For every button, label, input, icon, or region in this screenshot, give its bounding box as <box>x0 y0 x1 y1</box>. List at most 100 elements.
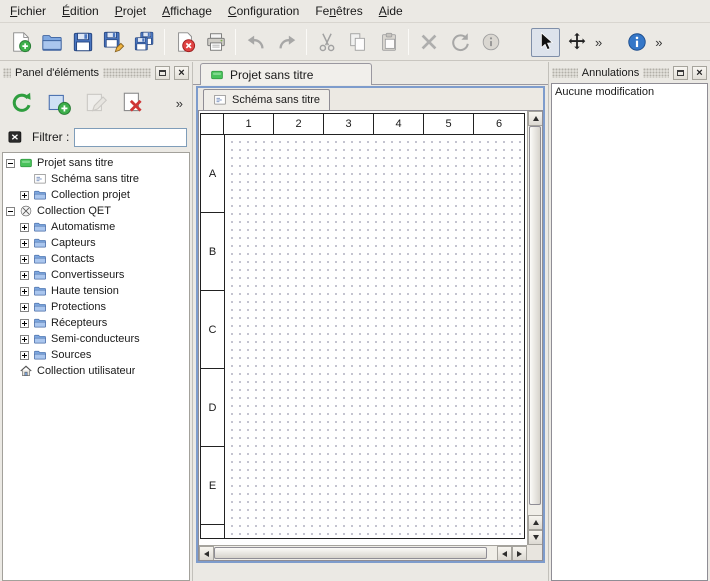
diagram-canvas[interactable] <box>225 135 524 538</box>
folder-icon <box>33 220 47 234</box>
scroll-left-button-2[interactable] <box>497 546 512 561</box>
elements-panel-title: Panel d'éléments <box>15 67 99 79</box>
edit-element-button[interactable] <box>79 86 113 120</box>
save-all-button[interactable] <box>130 28 159 57</box>
elements-panel-close-button[interactable] <box>174 66 189 80</box>
expand-icon[interactable] <box>20 303 29 312</box>
tree-item-protections[interactable]: Protections <box>3 299 189 315</box>
about-button[interactable] <box>622 28 651 57</box>
expand-icon[interactable] <box>20 351 29 360</box>
arrow-left-icon <box>204 551 209 557</box>
collapse-icon[interactable] <box>6 207 15 216</box>
delete-element-button[interactable] <box>116 86 150 120</box>
menu-fichier[interactable]: Fichier <box>2 1 54 21</box>
tree-item-label: Convertisseurs <box>51 269 124 281</box>
tree-item-haute-tension[interactable]: Haute tension <box>3 283 189 299</box>
save-all-icon <box>134 31 156 53</box>
new-project-button[interactable] <box>6 28 35 57</box>
save-as-icon <box>103 31 125 53</box>
arrow-up-icon <box>533 116 539 121</box>
scroll-down-button[interactable] <box>528 530 543 545</box>
scroll-up-button-2[interactable] <box>528 515 543 530</box>
tree-item-sources[interactable]: Sources <box>3 347 189 363</box>
expand-icon[interactable] <box>20 223 29 232</box>
rotate-button[interactable] <box>445 28 474 57</box>
expand-icon[interactable] <box>20 319 29 328</box>
menu-configuration[interactable]: Configuration <box>220 1 307 21</box>
tree-item-capteurs[interactable]: Capteurs <box>3 235 189 251</box>
qelectrotech-window: FichierÉditionProjetAffichageConfigurati… <box>0 0 710 581</box>
menu-edition[interactable]: Édition <box>54 1 107 21</box>
tree-item-collection-utilisateur[interactable]: Collection utilisateur <box>3 363 189 379</box>
select-mode-button[interactable] <box>531 28 560 57</box>
open-project-button[interactable] <box>37 28 66 57</box>
tree-item-semi-conducteurs[interactable]: Semi-conducteurs <box>3 331 189 347</box>
tree-item-convertisseurs[interactable]: Convertisseurs <box>3 267 189 283</box>
vertical-scroll-track[interactable] <box>528 126 542 515</box>
expander-spacer <box>20 175 29 184</box>
horizontal-scroll-track[interactable] <box>214 546 497 560</box>
pan-mode-button[interactable] <box>562 28 591 57</box>
expand-icon[interactable] <box>20 271 29 280</box>
close-project-button[interactable] <box>170 28 199 57</box>
tree-item-projet-sans-titre[interactable]: Projet sans titre <box>3 155 189 171</box>
delete-button[interactable] <box>414 28 443 57</box>
scroll-up-button[interactable] <box>528 111 543 126</box>
new-element-button[interactable] <box>42 86 76 120</box>
expand-icon[interactable] <box>20 239 29 248</box>
paste-button[interactable] <box>374 28 403 57</box>
menu-affichage[interactable]: Affichage <box>154 1 220 21</box>
elements-panel-titlebar[interactable]: Panel d'éléments <box>0 64 192 82</box>
expand-icon[interactable] <box>20 255 29 264</box>
tree-item-schema-sans-titre[interactable]: Schéma sans titre <box>3 171 189 187</box>
tree-item-collection-qet[interactable]: Collection QET <box>3 203 189 219</box>
diagram-view[interactable]: 123456 ABCDE <box>198 110 543 561</box>
folder-icon <box>33 236 47 250</box>
expand-icon[interactable] <box>20 335 29 344</box>
save-as-button[interactable] <box>99 28 128 57</box>
tree-item-label: Protections <box>51 301 106 313</box>
menu-fenetres[interactable]: Fenêtres <box>307 1 370 21</box>
tree-item-recepteurs[interactable]: Récepteurs <box>3 315 189 331</box>
collapse-icon[interactable] <box>6 159 15 168</box>
scroll-right-button[interactable] <box>512 546 527 561</box>
clear-filter-button[interactable] <box>5 127 27 147</box>
copy-icon <box>347 31 369 53</box>
mode-toolbar-overflow-button[interactable]: » <box>592 28 605 57</box>
undo-panel-close-button[interactable] <box>692 66 707 80</box>
help-toolbar-overflow-button[interactable]: » <box>652 28 665 57</box>
elements-panel-dock: Panel d'éléments » Filtrer : Projet sans… <box>0 62 193 581</box>
save-button[interactable] <box>68 28 97 57</box>
print-button[interactable] <box>201 28 230 57</box>
undo-panel-float-button[interactable] <box>673 66 688 80</box>
horizontal-scrollbar[interactable] <box>199 545 527 560</box>
float-icon <box>677 70 684 76</box>
row-header: B <box>201 213 224 291</box>
expand-icon[interactable] <box>20 191 29 200</box>
vertical-scroll-thumb[interactable] <box>529 126 541 505</box>
menu-projet[interactable]: Projet <box>107 1 154 21</box>
reload-collections-button[interactable] <box>5 86 39 120</box>
cut-button[interactable] <box>312 28 341 57</box>
tab-project[interactable]: Projet sans titre <box>200 63 372 85</box>
menu-aide[interactable]: Aide <box>371 1 411 21</box>
filter-input[interactable] <box>74 128 187 147</box>
tree-item-contacts[interactable]: Contacts <box>3 251 189 267</box>
element-info-button[interactable] <box>476 28 505 57</box>
tree-item-automatisme[interactable]: Automatisme <box>3 219 189 235</box>
undo-history-list[interactable]: Aucune modification <box>551 83 708 581</box>
dock-grip <box>552 68 578 78</box>
horizontal-scroll-thumb[interactable] <box>214 547 487 559</box>
tab-diagram[interactable]: Schéma sans titre <box>203 89 330 110</box>
redo-button[interactable] <box>272 28 301 57</box>
scroll-left-button[interactable] <box>199 546 214 561</box>
undo-button[interactable] <box>241 28 270 57</box>
elements-toolbar-overflow-button[interactable]: » <box>176 96 187 111</box>
elements-panel-float-button[interactable] <box>155 66 170 80</box>
expand-icon[interactable] <box>20 287 29 296</box>
vertical-scrollbar[interactable] <box>527 111 542 545</box>
grid-body: ABCDE <box>201 135 524 538</box>
tree-item-collection-projet[interactable]: Collection projet <box>3 187 189 203</box>
copy-button[interactable] <box>343 28 372 57</box>
undo-panel-titlebar[interactable]: Annulations <box>549 64 710 82</box>
